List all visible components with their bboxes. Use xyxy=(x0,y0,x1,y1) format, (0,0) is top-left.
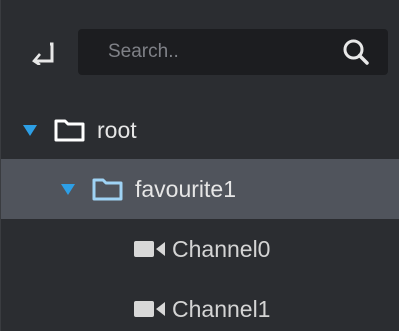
tree-node-label: Channel1 xyxy=(172,295,271,322)
folder-icon xyxy=(54,119,85,142)
video-camera-icon xyxy=(134,301,165,317)
search-box xyxy=(78,29,388,75)
tree-node-channel[interactable]: Channel0 xyxy=(1,219,399,279)
video-camera-icon xyxy=(134,241,165,257)
tree-node-favourite1[interactable]: favourite1 xyxy=(1,159,399,219)
folder-icon xyxy=(92,178,123,201)
back-arrow-icon xyxy=(32,42,54,65)
back-button[interactable] xyxy=(29,39,57,67)
tree-node-label: favourite1 xyxy=(135,175,237,202)
caret-down-icon[interactable] xyxy=(23,124,37,136)
device-tree-panel: root favourite1 Channel0 Channel1 xyxy=(0,0,399,331)
tree-node-label: Channel0 xyxy=(172,235,271,262)
tree-node-root[interactable]: root xyxy=(1,100,399,160)
tree-node-channel[interactable]: Channel1 xyxy=(1,279,399,331)
tree-node-label: root xyxy=(97,116,137,143)
search-input[interactable] xyxy=(108,29,328,75)
tree-toolbar xyxy=(1,0,399,90)
magnifier-icon[interactable] xyxy=(342,38,370,66)
caret-down-icon[interactable] xyxy=(61,183,75,195)
